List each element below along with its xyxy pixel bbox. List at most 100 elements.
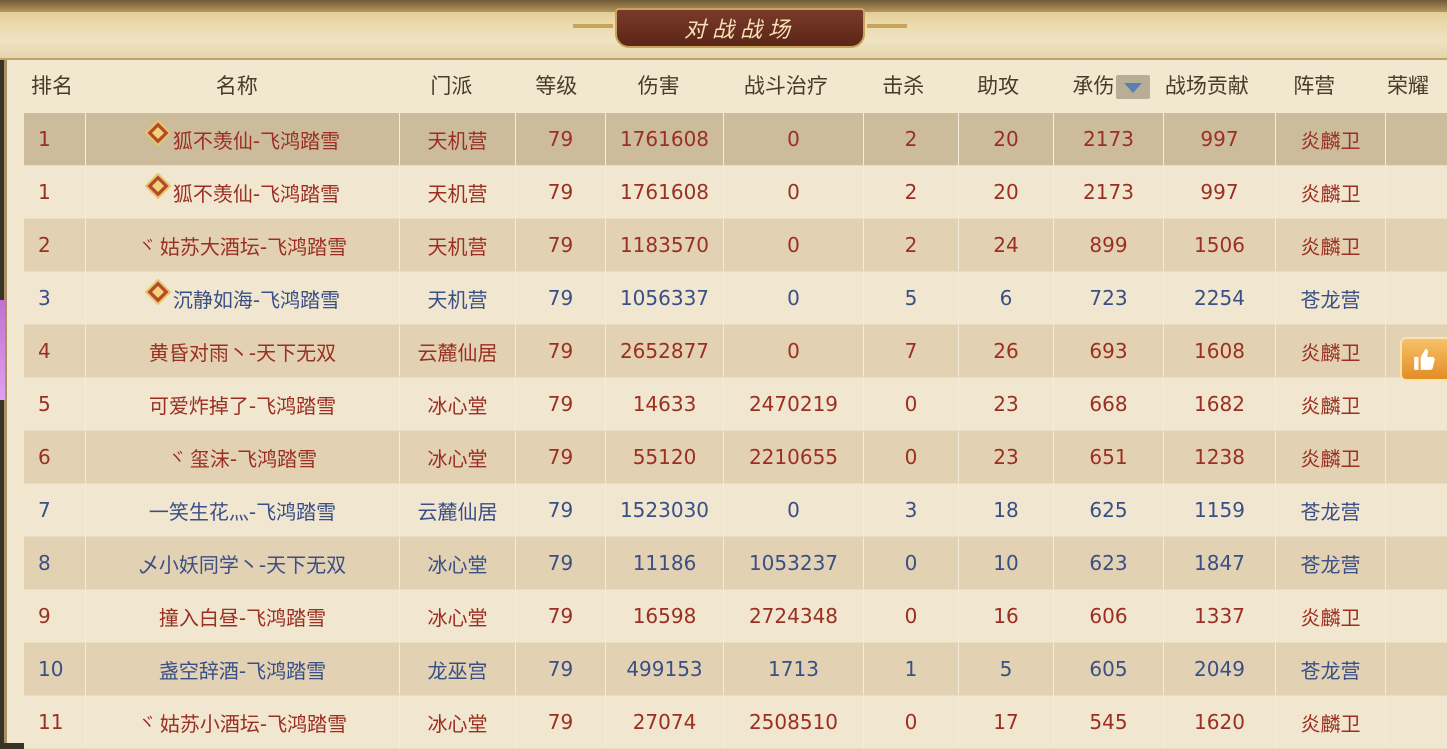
sect-cell: 冰心堂 [400,590,516,642]
rank-cell: 6 [24,431,86,483]
column-header-kills[interactable]: 击杀 [856,70,951,100]
level-cell: 79 [516,219,606,271]
camp-cell: 苍龙营 [1276,643,1386,695]
column-header-damage-taken[interactable]: 承伤 [1046,70,1155,100]
rank-cell: 10 [24,643,86,695]
kills-cell: 0 [864,431,959,483]
contribution-cell: 1620 [1164,696,1276,748]
rank-badge-icon [144,279,171,305]
player-name-cell: ヾ玺沫-飞鸿踏雪 [86,431,400,483]
level-cell: 79 [516,484,606,536]
rank-cell: 11 [24,696,86,748]
healing-cell: 0 [724,113,864,165]
table-row[interactable]: 10 盏空辞酒-飞鸿踏雪 龙巫宫 79 499153 1713 1 5 605 2049 苍龙营 [24,643,1447,696]
column-header-contribution[interactable]: 战场贡献 [1154,70,1259,100]
sect-cell: 冰心堂 [400,431,516,483]
thumbs-up-icon [1413,348,1435,370]
table-row[interactable]: 5 可爱炸掉了-飞鸿踏雪 冰心堂 79 14633 2470219 0 23 668 1682 炎麟… [24,378,1447,431]
player-name: 狐不羡仙-飞鸿踏雪 [172,128,341,153]
sect-cell: 云麓仙居 [400,325,516,377]
table-row[interactable]: 7 一笑生花灬-飞鸿踏雪 云麓仙居 79 1523030 0 3 18 625 1159 苍龙营 [24,484,1447,537]
kills-cell: 0 [864,537,959,589]
camp-cell: 炎麟卫 [1276,166,1386,218]
table-row[interactable]: 1 狐不羡仙-飞鸿踏雪 天机营 79 1761608 0 2 20 2173 997 炎麟卫 [24,166,1447,219]
column-header-damage-taken-label: 承伤 [1072,74,1115,98]
healing-cell: 1713 [724,643,864,695]
table-row[interactable]: 8 乄小妖同学丶-天下无双 冰心堂 79 11186 1053237 0 10 623 1847 苍… [24,537,1447,590]
assists-cell: 23 [959,431,1054,483]
name-prefix-icon: ヾ [137,236,156,257]
kills-cell: 2 [864,219,959,271]
damage-cell: 14633 [606,378,724,430]
scoreboard-table: 1 狐不羡仙-飞鸿踏雪 天机营 79 1761608 0 2 20 2173 997 炎麟卫 1 狐不羡… [24,113,1447,749]
column-header-camp[interactable]: 阵营 [1259,70,1369,100]
table-row[interactable]: 6 ヾ玺沫-飞鸿踏雪 冰心堂 79 55120 2210655 0 23 651 1238 炎麟卫 [24,431,1447,484]
damage-taken-cell: 899 [1054,219,1164,271]
table-row[interactable]: 11 ヾ姑苏小酒坛-飞鸿踏雪 冰心堂 79 27074 2508510 0 17 545 1620… [24,696,1447,749]
column-header-name[interactable]: 名称 [82,70,392,100]
level-cell: 79 [516,113,606,165]
camp-cell: 苍龙营 [1276,537,1386,589]
player-name: 黄昏对雨丶-天下无双 [148,340,337,365]
rank-cell: 4 [24,325,86,377]
player-name-cell: 沉静如海-飞鸿踏雪 [86,272,400,324]
rank-cell: 9 [24,590,86,642]
table-row[interactable]: 3 沉静如海-飞鸿踏雪 天机营 79 1056337 0 5 6 723 2254 苍龙营 [24,272,1447,325]
player-name-cell: 黄昏对雨丶-天下无双 [86,325,400,377]
table-row[interactable]: 1 狐不羡仙-飞鸿踏雪 天机营 79 1761608 0 2 20 2173 997 炎麟卫 [24,113,1447,166]
assists-cell: 6 [959,272,1054,324]
table-header: 排名 名称 门派 等级 伤害 战斗治疗 击杀 助攻 承伤 战场贡献 阵营 荣耀 [22,60,1447,110]
damage-cell: 1183570 [606,219,724,271]
name-prefix-icon: ヾ [137,713,156,734]
column-header-level[interactable]: 等级 [511,70,601,100]
honor-cell [1386,696,1447,748]
damage-taken-cell: 623 [1054,537,1164,589]
column-header-honor[interactable]: 荣耀 [1369,70,1447,100]
sort-descending-icon[interactable] [1116,75,1151,99]
kills-cell: 0 [864,378,959,430]
player-name-cell: 撞入白昼-飞鸿踏雪 [86,590,400,642]
table-row[interactable]: 2 ヾ姑苏大酒坛-飞鸿踏雪 天机营 79 1183570 0 2 24 899 1506 炎麟卫 [24,219,1447,272]
rank-cell: 8 [24,537,86,589]
kills-cell: 7 [864,325,959,377]
healing-cell: 2470219 [724,378,864,430]
column-header-damage[interactable]: 伤害 [601,70,716,100]
honor-cell [1386,272,1447,324]
damage-taken-cell: 606 [1054,590,1164,642]
damage-taken-cell: 651 [1054,431,1164,483]
healing-cell: 1053237 [724,537,864,589]
assists-cell: 17 [959,696,1054,748]
kills-cell: 2 [864,113,959,165]
contribution-cell: 2254 [1164,272,1276,324]
player-name-cell: ヾ姑苏大酒坛-飞鸿踏雪 [86,219,400,271]
rank-cell: 1 [24,166,86,218]
damage-cell: 1761608 [606,166,724,218]
column-header-assists[interactable]: 助攻 [951,70,1046,100]
damage-taken-cell: 668 [1054,378,1164,430]
table-row[interactable]: 4 黄昏对雨丶-天下无双 云麓仙居 79 2652877 0 7 26 693 1608 炎麟卫 [24,325,1447,378]
level-cell: 79 [516,378,606,430]
damage-cell: 1523030 [606,484,724,536]
damage-taken-cell: 2173 [1054,113,1164,165]
table-row[interactable]: 9 撞入白昼-飞鸿踏雪 冰心堂 79 16598 2724348 0 16 606 1337 炎麟卫 [24,590,1447,643]
camp-cell: 苍龙营 [1276,484,1386,536]
level-cell: 79 [516,696,606,748]
honor-cell [1386,643,1447,695]
sect-cell: 冰心堂 [400,696,516,748]
contribution-cell: 1608 [1164,325,1276,377]
column-header-rank[interactable]: 排名 [22,70,82,100]
rank-cell: 2 [24,219,86,271]
assists-cell: 18 [959,484,1054,536]
level-cell: 79 [516,325,606,377]
column-header-healing[interactable]: 战斗治疗 [716,70,856,100]
contribution-cell: 1506 [1164,219,1276,271]
camp-cell: 苍龙营 [1276,272,1386,324]
honor-cell [1386,484,1447,536]
contribution-cell: 2049 [1164,643,1276,695]
kills-cell: 0 [864,696,959,748]
like-button[interactable] [1400,337,1447,381]
player-name: 撞入白昼-飞鸿踏雪 [158,605,327,630]
sect-cell: 龙巫宫 [400,643,516,695]
column-header-sect[interactable]: 门派 [391,70,511,100]
honor-cell [1386,113,1447,165]
